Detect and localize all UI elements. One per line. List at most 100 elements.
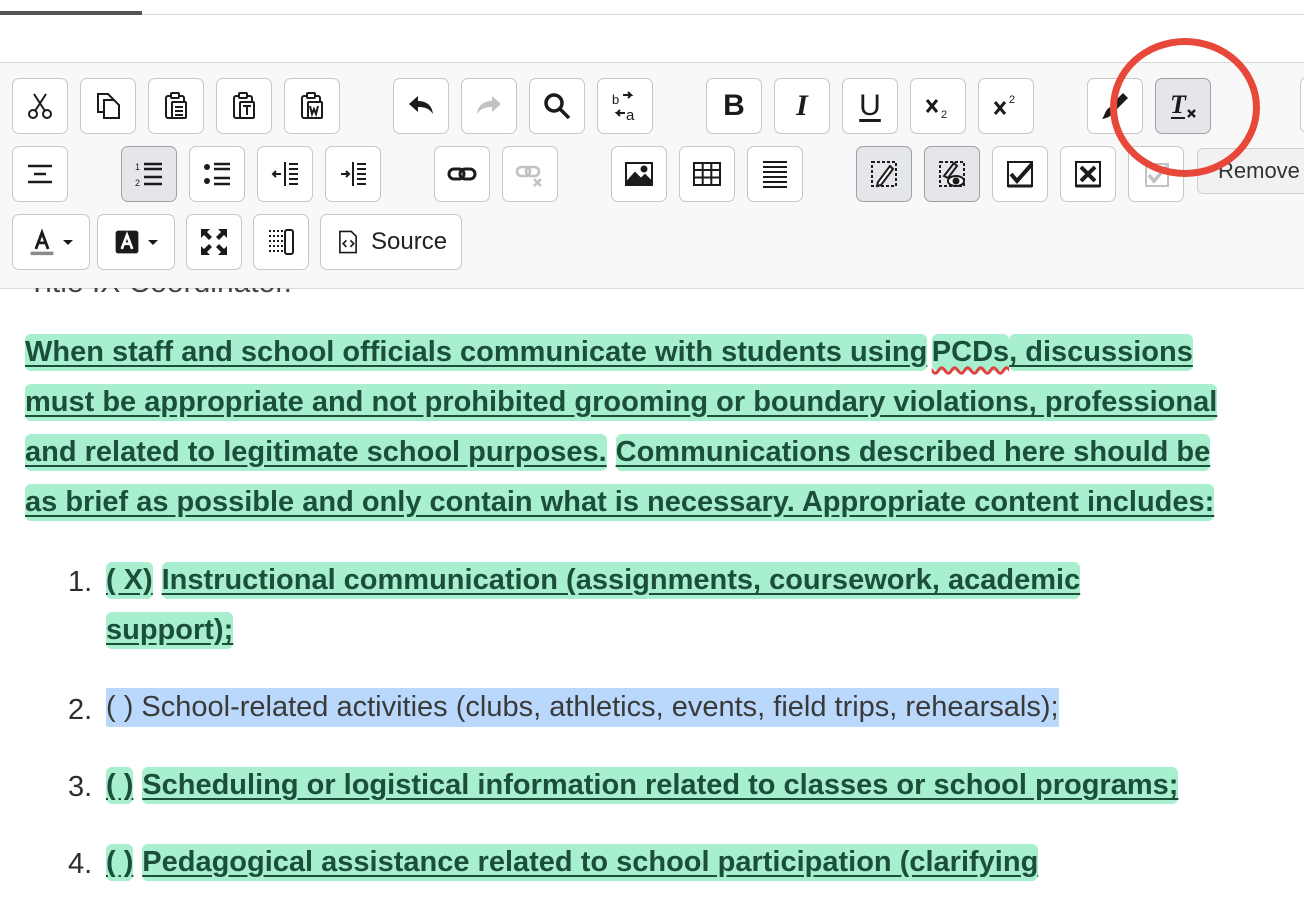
list-item: ( X) Instructional communication (assign… [106, 562, 1081, 602]
underline-icon: U [859, 89, 881, 122]
maximize-icon [201, 229, 227, 255]
paste-text-icon [233, 92, 255, 119]
subscript-icon: 2 [925, 99, 947, 121]
reject-change-button[interactable] [1060, 146, 1116, 202]
link-button[interactable] [434, 146, 490, 202]
text-color-icon [30, 228, 54, 256]
paste-icon [165, 92, 187, 119]
image-icon [625, 162, 653, 186]
subscript-button[interactable]: 2 [910, 78, 966, 134]
image-button[interactable] [611, 146, 667, 202]
editor-top-strip [0, 0, 1304, 62]
numbered-list-icon: 12 [135, 162, 162, 188]
show-changes-button[interactable] [924, 146, 980, 202]
text-color-button[interactable] [12, 214, 90, 270]
horizontal-line-icon [28, 164, 52, 184]
outdent-icon [271, 162, 298, 186]
show-changes-icon [939, 161, 965, 187]
svg-text:2: 2 [941, 109, 947, 121]
magnifier-icon [544, 93, 571, 120]
bold-button[interactable]: B [706, 78, 762, 134]
list-number: 2. [68, 694, 93, 726]
copy-icon [97, 93, 120, 119]
accept-change-button[interactable] [992, 146, 1048, 202]
list-item: ( ) Pedagogical assistance related to sc… [106, 844, 1039, 884]
list-item: ( ) Scheduling or logistical information… [106, 767, 1179, 807]
list-item: ( ) School-related activities (clubs, at… [106, 688, 1059, 729]
source-icon [339, 230, 357, 254]
chevron-down-icon [148, 240, 158, 245]
italic-icon: I [796, 89, 808, 122]
superscript-icon: 2 [993, 94, 1015, 115]
numbered-list-button[interactable]: 12 [121, 146, 177, 202]
source-button-label: Source [371, 228, 448, 255]
table-button[interactable] [679, 146, 735, 202]
active-tab-indicator [0, 11, 142, 15]
svg-text:1: 1 [135, 162, 140, 172]
top-divider [142, 14, 1304, 15]
list-number: 3. [68, 771, 93, 803]
underline-button[interactable]: U [842, 78, 898, 134]
page-break-button[interactable] [747, 146, 803, 202]
source-button[interactable]: Source [320, 214, 462, 270]
unlink-icon [515, 165, 542, 187]
link-icon [447, 167, 477, 181]
checkbox-marker: ( ) [106, 767, 134, 804]
checkbox-marker: ( X) [106, 562, 153, 599]
selected-text: ( ) School-related activities (clubs, at… [106, 688, 1059, 727]
italic-button[interactable]: I [774, 78, 830, 134]
paste-text-button[interactable] [216, 78, 272, 134]
redo-button[interactable] [461, 78, 517, 134]
list-number: 1. [68, 566, 93, 598]
undo-button[interactable] [393, 78, 449, 134]
find-button[interactable] [529, 78, 585, 134]
indent-icon [341, 162, 366, 186]
background-color-button[interactable] [97, 214, 175, 270]
page-break-icon [763, 161, 787, 188]
redo-icon [477, 96, 501, 114]
track-changes-button[interactable] [856, 146, 912, 202]
paragraph-line-1: When staff and school officials communic… [25, 334, 1193, 374]
misspelled-word: PCDs [931, 334, 1010, 371]
paste-button[interactable] [148, 78, 204, 134]
list-item-continuation: support); [106, 612, 234, 652]
svg-text:b: b [612, 92, 619, 107]
svg-text:2: 2 [1009, 94, 1015, 106]
accept-change-icon [1007, 161, 1034, 188]
table-icon [693, 162, 721, 186]
reject-change-icon [1075, 161, 1101, 188]
scissors-icon [28, 93, 52, 119]
paragraph-line-2: must be appropriate and not prohibited g… [25, 384, 1218, 424]
cut-button[interactable] [12, 78, 68, 134]
checkbox-marker: ( ) [106, 844, 134, 881]
svg-text:a: a [626, 107, 635, 122]
editor-toolbar: ba B I U 2 2 T 12 Source [0, 62, 1304, 289]
track-changes-icon [871, 161, 897, 188]
increase-indent-button[interactable] [325, 146, 381, 202]
show-blocks-button[interactable] [253, 214, 309, 270]
clipped-toolbar-button[interactable] [1300, 77, 1304, 133]
bold-icon: B [723, 89, 745, 122]
list-number: 4. [68, 848, 93, 880]
superscript-button[interactable]: 2 [978, 78, 1034, 134]
paragraph-line-4: as brief as possible and only contain wh… [25, 484, 1215, 524]
horizontal-line-button[interactable] [12, 146, 68, 202]
undo-icon [409, 96, 433, 114]
svg-text:2: 2 [135, 178, 140, 188]
paste-word-button[interactable] [284, 78, 340, 134]
clipped-heading: Title IX Coordinator. [28, 288, 292, 300]
paste-word-icon [301, 92, 323, 119]
show-blocks-icon [269, 229, 294, 255]
unlink-button[interactable] [502, 146, 558, 202]
background-color-icon [115, 230, 139, 254]
replace-button[interactable]: ba [597, 78, 653, 134]
chevron-down-icon [63, 240, 73, 245]
decrease-indent-button[interactable] [257, 146, 313, 202]
paragraph-line-3: and related to legitimate school purpose… [25, 434, 1211, 474]
replace-icon: ba [612, 91, 635, 122]
maximize-button[interactable] [186, 214, 242, 270]
bulleted-list-icon [204, 162, 230, 186]
bulleted-list-button[interactable] [189, 146, 245, 202]
copy-button[interactable] [80, 78, 136, 134]
annotation-circle [1110, 38, 1260, 177]
